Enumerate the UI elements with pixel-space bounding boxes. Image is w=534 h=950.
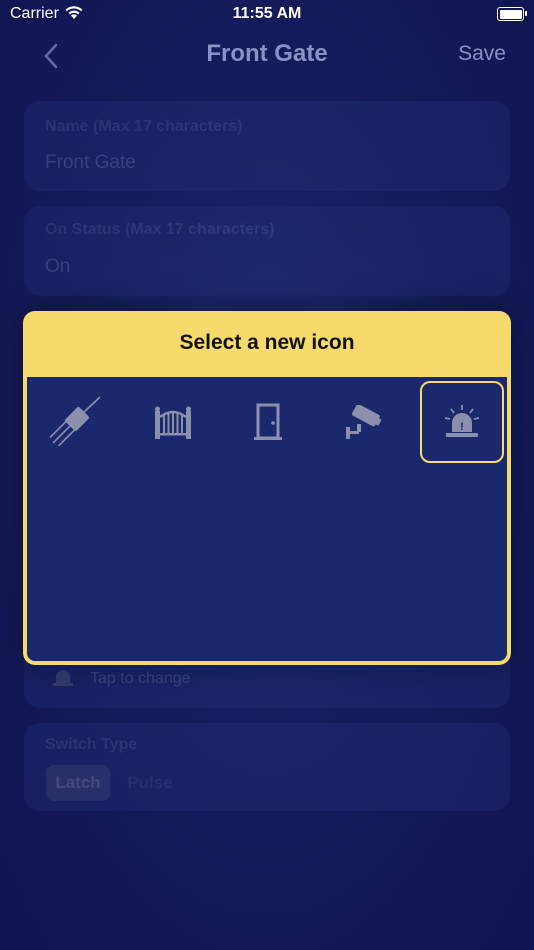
- icon-picker-modal: Select a new icon !: [23, 311, 511, 665]
- battery-icon: [497, 7, 527, 21]
- page-title: Front Gate: [206, 40, 328, 67]
- switch-type-card: Switch Type Latch Pulse: [24, 723, 510, 811]
- name-field-label: Name (Max 17 characters): [45, 118, 243, 135]
- icon-grid: !: [23, 377, 511, 665]
- door-icon: [254, 403, 282, 440]
- status-bar: Carrier 11:55 AM: [0, 0, 534, 30]
- icon-option-door[interactable]: [226, 381, 310, 463]
- tap-to-change-label[interactable]: Tap to change: [90, 670, 191, 688]
- icon-option-security-camera[interactable]: [322, 381, 406, 463]
- on-status-field-label: On Status (Max 17 characters): [45, 221, 275, 238]
- save-button[interactable]: Save: [458, 42, 506, 66]
- switch-type-label: Switch Type: [45, 736, 138, 753]
- name-field-card[interactable]: Name (Max 17 characters) Front Gate: [24, 101, 510, 191]
- nav-bar: Front Gate Save: [0, 30, 534, 80]
- modal-header: Select a new icon: [23, 311, 511, 377]
- icon-option-gate[interactable]: [131, 381, 215, 463]
- svg-text:!: !: [460, 421, 464, 433]
- modal-title: Select a new icon: [179, 331, 355, 354]
- name-field-value[interactable]: Front Gate: [45, 152, 136, 174]
- siren-alarm-icon: !: [444, 405, 480, 437]
- gate-icon: [155, 406, 191, 439]
- on-status-field-value[interactable]: On: [45, 256, 70, 278]
- security-camera-icon: [346, 405, 382, 439]
- icon-option-power-cable[interactable]: [33, 381, 117, 463]
- power-cable-icon: [49, 396, 101, 447]
- segment-latch[interactable]: Latch: [46, 765, 110, 801]
- status-time: 11:55 AM: [232, 5, 302, 22]
- segment-pulse[interactable]: Pulse: [120, 765, 180, 801]
- icon-option-siren-alarm[interactable]: !: [420, 381, 504, 463]
- on-status-field-card[interactable]: On Status (Max 17 characters) On: [24, 206, 510, 296]
- siren-alarm-icon: [53, 670, 73, 686]
